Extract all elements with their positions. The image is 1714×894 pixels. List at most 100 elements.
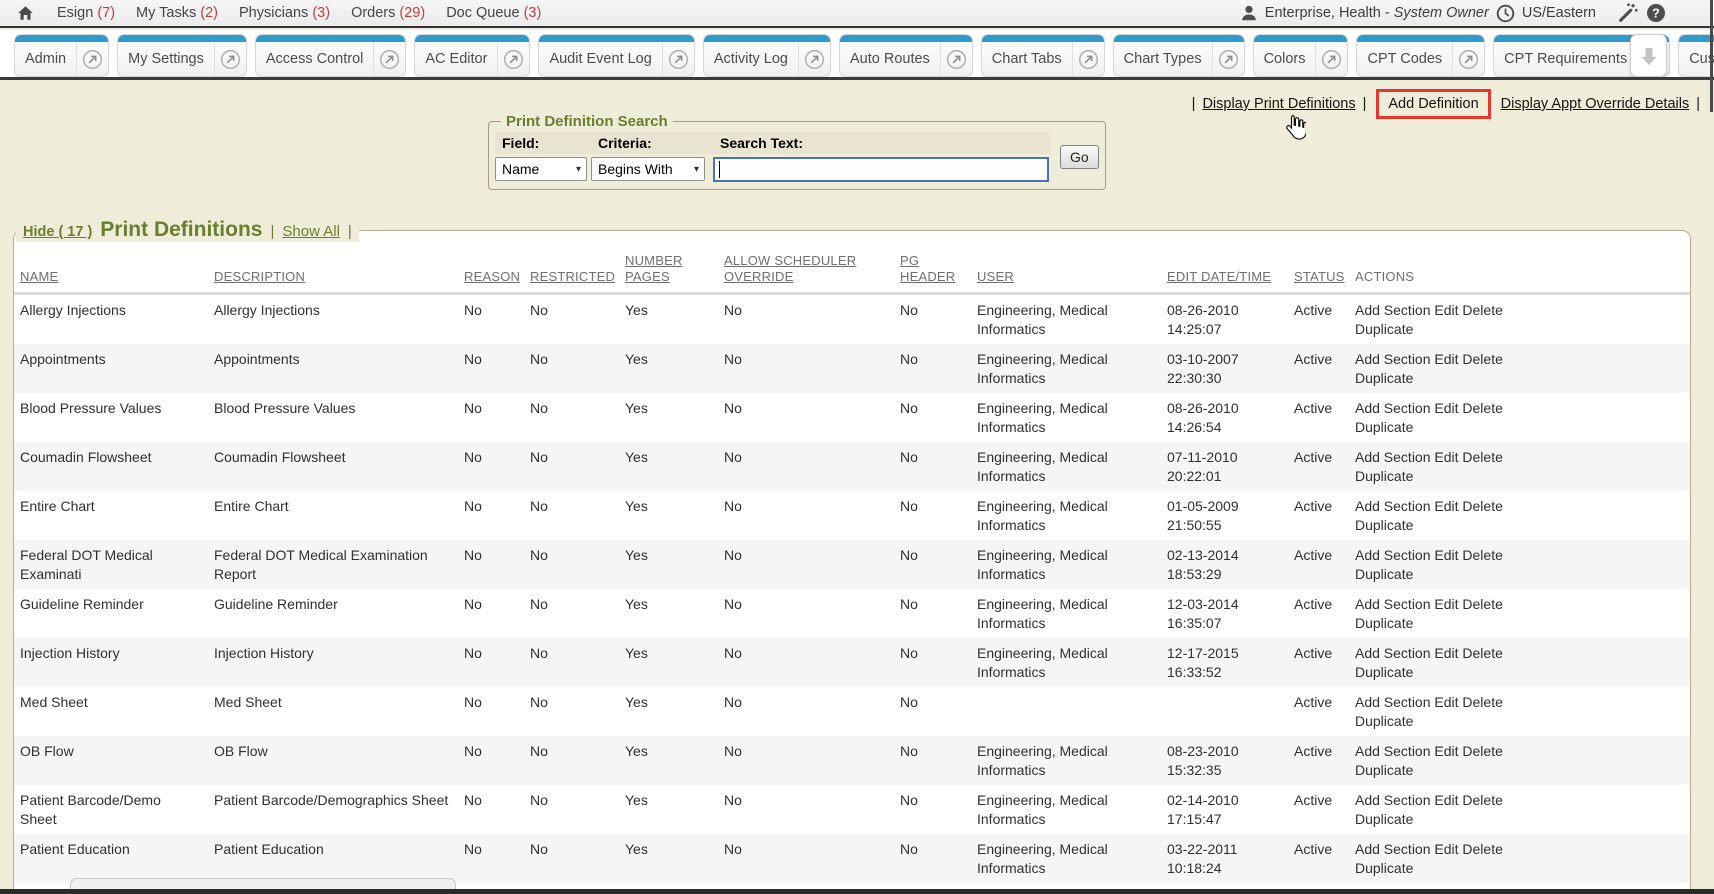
- action-duplicate-link[interactable]: Duplicate: [1355, 860, 1413, 876]
- tab-ac-editor[interactable]: AC Editor: [414, 34, 530, 77]
- open-in-new-icon[interactable]: [374, 49, 405, 70]
- action-add-section-link[interactable]: Add Section: [1355, 743, 1431, 759]
- action-edit-link[interactable]: Edit: [1434, 449, 1458, 465]
- action-delete-link[interactable]: Delete: [1462, 694, 1502, 710]
- action-add-section-link[interactable]: Add Section: [1355, 449, 1431, 465]
- action-add-section-link[interactable]: Add Section: [1355, 351, 1431, 367]
- tab-cpt-codes[interactable]: CPT Codes: [1356, 34, 1485, 77]
- tab-overflow-button[interactable]: [1630, 34, 1667, 77]
- show-all-link[interactable]: Show All: [282, 223, 340, 240]
- tab-activity-log[interactable]: Activity Log: [703, 34, 831, 77]
- topnav-item-doc-queue[interactable]: Doc Queue (3): [446, 5, 541, 21]
- tab-access-control[interactable]: Access Control: [255, 34, 407, 77]
- action-add-section-link[interactable]: Add Section: [1355, 498, 1431, 514]
- column-header-name[interactable]: NAME: [14, 242, 208, 292]
- action-edit-link[interactable]: Edit: [1434, 743, 1458, 759]
- open-in-new-icon[interactable]: [663, 49, 694, 70]
- column-header-number-pages[interactable]: NUMBERPAGES: [619, 242, 718, 292]
- action-duplicate-link[interactable]: Duplicate: [1355, 713, 1413, 729]
- action-delete-link[interactable]: Delete: [1462, 302, 1502, 318]
- open-in-new-icon[interactable]: [1073, 49, 1104, 70]
- action-duplicate-link[interactable]: Duplicate: [1355, 664, 1413, 680]
- action-delete-link[interactable]: Delete: [1462, 498, 1502, 514]
- action-add-section-link[interactable]: Add Section: [1355, 400, 1431, 416]
- open-in-new-icon[interactable]: [941, 49, 972, 70]
- action-delete-link[interactable]: Delete: [1462, 596, 1502, 612]
- action-delete-link[interactable]: Delete: [1462, 547, 1502, 563]
- actions-line: Duplicate: [1355, 320, 1682, 339]
- topnav-item-my-tasks[interactable]: My Tasks (2): [136, 5, 218, 21]
- tab-chart-tabs[interactable]: Chart Tabs: [981, 34, 1105, 77]
- action-duplicate-link[interactable]: Duplicate: [1355, 811, 1413, 827]
- action-delete-link[interactable]: Delete: [1462, 743, 1502, 759]
- column-header-reason[interactable]: REASON: [458, 242, 524, 292]
- add-definition-link[interactable]: Add Definition: [1388, 96, 1478, 112]
- column-header-edit-date-time[interactable]: EDIT DATE/TIME: [1161, 242, 1288, 292]
- action-delete-link[interactable]: Delete: [1462, 351, 1502, 367]
- hide-link[interactable]: Hide ( 17 ): [23, 224, 92, 240]
- action-duplicate-link[interactable]: Duplicate: [1355, 566, 1413, 582]
- action-duplicate-link[interactable]: Duplicate: [1355, 419, 1413, 435]
- criteria-select[interactable]: Begins With ▾: [591, 157, 705, 181]
- topnav-item-esign[interactable]: Esign (7): [57, 5, 115, 21]
- topnav-item-orders[interactable]: Orders (29): [351, 5, 425, 21]
- open-in-new-icon[interactable]: [799, 49, 830, 70]
- action-delete-link[interactable]: Delete: [1462, 645, 1502, 661]
- action-add-section-link[interactable]: Add Section: [1355, 694, 1431, 710]
- column-header-restricted[interactable]: RESTRICTED: [524, 242, 619, 292]
- action-duplicate-link[interactable]: Duplicate: [1355, 321, 1413, 337]
- action-edit-link[interactable]: Edit: [1434, 596, 1458, 612]
- go-button[interactable]: Go: [1060, 145, 1099, 169]
- tab-chart-types[interactable]: Chart Types: [1113, 34, 1245, 77]
- topnav-item-physicians[interactable]: Physicians (3): [239, 5, 330, 21]
- action-edit-link[interactable]: Edit: [1434, 841, 1458, 857]
- action-duplicate-link[interactable]: Duplicate: [1355, 615, 1413, 631]
- help-icon[interactable]: ?: [1646, 3, 1666, 23]
- field-select[interactable]: Name ▾: [495, 157, 587, 181]
- column-header-pg-header[interactable]: PGHEADER: [894, 242, 971, 292]
- action-add-section-link[interactable]: Add Section: [1355, 302, 1431, 318]
- action-delete-link[interactable]: Delete: [1462, 792, 1502, 808]
- open-in-new-icon[interactable]: [498, 49, 529, 70]
- tab-auto-routes[interactable]: Auto Routes: [839, 34, 973, 77]
- open-in-new-icon[interactable]: [1453, 49, 1484, 70]
- action-edit-link[interactable]: Edit: [1434, 351, 1458, 367]
- column-header-status[interactable]: STATUS: [1288, 242, 1349, 292]
- action-add-section-link[interactable]: Add Section: [1355, 596, 1431, 612]
- action-add-section-link[interactable]: Add Section: [1355, 792, 1431, 808]
- wand-icon[interactable]: [1617, 2, 1639, 24]
- action-duplicate-link[interactable]: Duplicate: [1355, 468, 1413, 484]
- home-icon[interactable]: [16, 4, 35, 22]
- display-print-definitions-link[interactable]: Display Print Definitions: [1202, 96, 1355, 112]
- search-text-input[interactable]: [713, 157, 1049, 182]
- tab-audit-event-log[interactable]: Audit Event Log: [538, 34, 694, 77]
- open-in-new-icon[interactable]: [77, 49, 108, 70]
- action-edit-link[interactable]: Edit: [1434, 547, 1458, 563]
- action-delete-link[interactable]: Delete: [1462, 841, 1502, 857]
- open-in-new-icon[interactable]: [1316, 49, 1347, 70]
- action-edit-link[interactable]: Edit: [1434, 694, 1458, 710]
- action-duplicate-link[interactable]: Duplicate: [1355, 370, 1413, 386]
- tab-admin[interactable]: Admin: [14, 34, 109, 77]
- action-duplicate-link[interactable]: Duplicate: [1355, 762, 1413, 778]
- column-header-description[interactable]: DESCRIPTION: [208, 242, 458, 292]
- action-add-section-link[interactable]: Add Section: [1355, 547, 1431, 563]
- action-duplicate-link[interactable]: Duplicate: [1355, 517, 1413, 533]
- open-in-new-icon[interactable]: [1213, 49, 1244, 70]
- action-edit-link[interactable]: Edit: [1434, 498, 1458, 514]
- action-edit-link[interactable]: Edit: [1434, 645, 1458, 661]
- action-edit-link[interactable]: Edit: [1434, 302, 1458, 318]
- action-edit-link[interactable]: Edit: [1434, 400, 1458, 416]
- action-delete-link[interactable]: Delete: [1462, 449, 1502, 465]
- action-add-section-link[interactable]: Add Section: [1355, 645, 1431, 661]
- tab-cust[interactable]: Cust: [1678, 34, 1714, 77]
- display-appt-override-link[interactable]: Display Appt Override Details: [1501, 96, 1690, 112]
- tab-colors[interactable]: Colors: [1253, 34, 1349, 77]
- column-header-allow-scheduler-override[interactable]: ALLOW SCHEDULEROVERRIDE: [718, 242, 894, 292]
- action-add-section-link[interactable]: Add Section: [1355, 841, 1431, 857]
- action-edit-link[interactable]: Edit: [1434, 792, 1458, 808]
- column-header-user[interactable]: USER: [971, 242, 1161, 292]
- tab-my-settings[interactable]: My Settings: [117, 34, 247, 77]
- action-delete-link[interactable]: Delete: [1462, 400, 1502, 416]
- open-in-new-icon[interactable]: [215, 49, 246, 70]
